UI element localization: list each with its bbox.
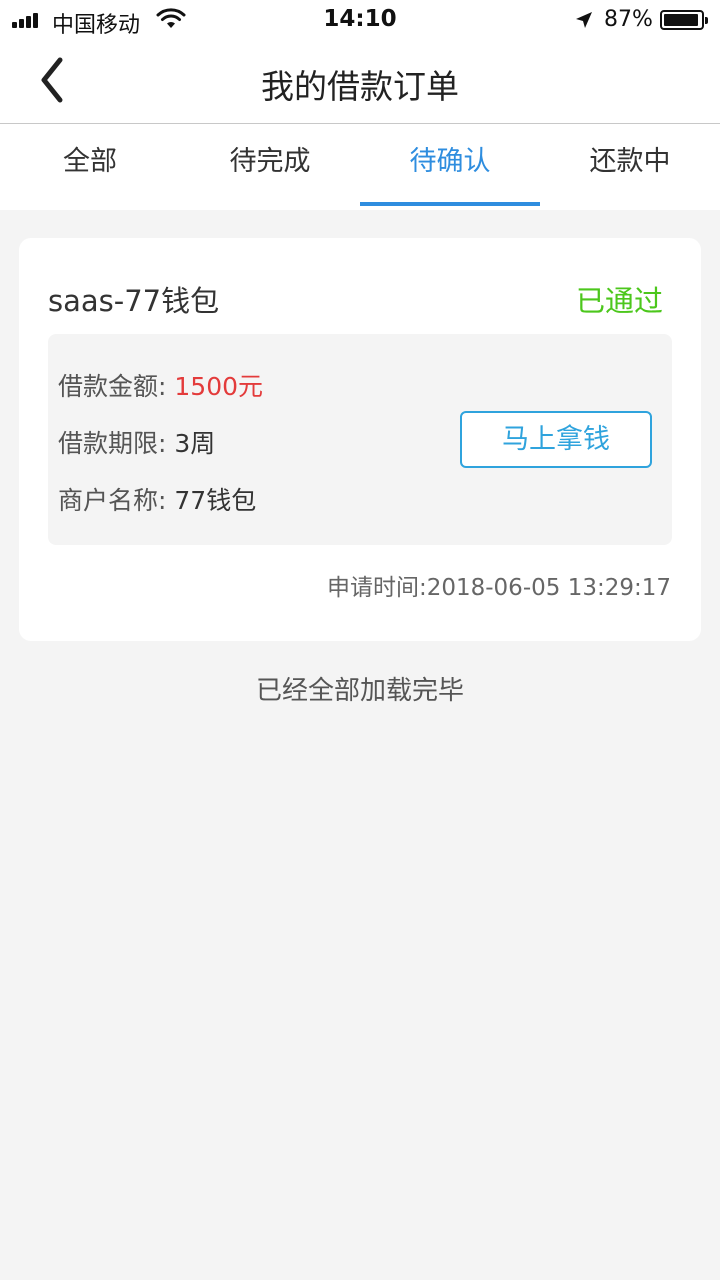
status-bar: 中国移动 14:10 87% [0,0,720,40]
tab-pending-complete[interactable]: 待完成 [180,124,360,210]
merchant-value: 77钱包 [174,486,257,515]
nav-bar: 我的借款订单 [0,40,720,124]
amount-label: 借款金额: [58,372,167,401]
tab-repaying[interactable]: 还款中 [540,124,720,210]
page-title: 我的借款订单 [261,67,459,106]
get-money-button[interactable]: 马上拿钱 [460,411,652,468]
apply-time: 申请时间:2018-06-05 13:29:17 [326,575,671,601]
amount-row: 借款金额: 1500元 [58,367,263,403]
status-badge: 已通过 [575,284,663,318]
merchant-row: 商户名称: 77钱包 [58,481,256,517]
amount-value: 1500元 [174,372,264,401]
term-value: 3周 [174,429,216,458]
order-card[interactable]: saas-77钱包 已通过 借款金额: 1500元 借款期限: 3周 商户名称:… [19,238,701,641]
tab-bar: 全部 待完成 待确认 还款中 [0,124,720,210]
order-info-box: 借款金额: 1500元 借款期限: 3周 商户名称: 77钱包 马上拿钱 [48,334,672,545]
term-label: 借款期限: [58,429,167,458]
merchant-label: 商户名称: [58,486,167,515]
location-arrow-icon [576,12,592,28]
battery-icon [660,10,708,30]
tab-all[interactable]: 全部 [0,124,180,210]
list-end-text: 已经全部加载完毕 [255,676,464,706]
term-row: 借款期限: 3周 [58,424,215,460]
order-title: saas-77钱包 [48,284,220,318]
battery-percent: 87% [604,7,653,32]
tab-pending-confirm[interactable]: 待确认 [360,124,540,210]
